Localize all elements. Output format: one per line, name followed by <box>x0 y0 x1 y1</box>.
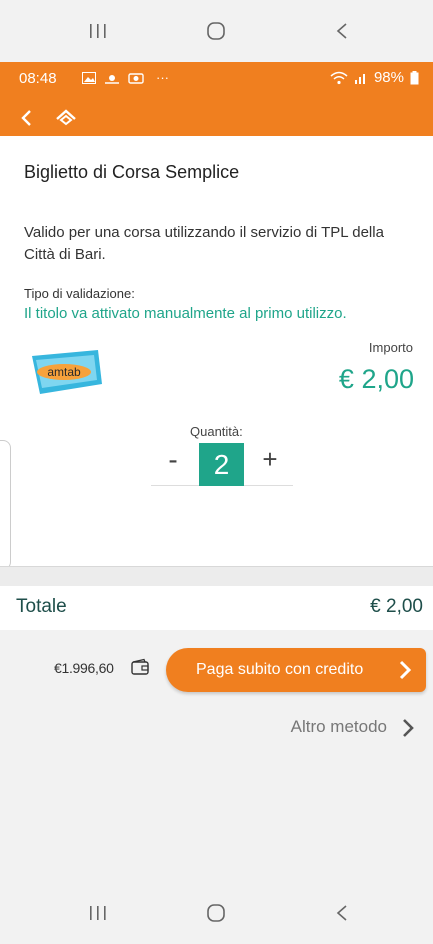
status-time: 08:48 <box>19 70 57 87</box>
validation-label: Tipo di validazione: <box>24 286 135 301</box>
quantity-value: 2 <box>199 443 244 486</box>
chevron-right-icon <box>399 660 412 680</box>
pay-with-credit-label: Paga subito con credito <box>196 661 364 678</box>
back-arrow-icon[interactable] <box>16 107 38 129</box>
validation-text: Il titolo va attivato manualmente al pri… <box>24 305 347 322</box>
back-chevron-icon[interactable] <box>312 882 372 944</box>
status-more: ··· <box>156 70 169 85</box>
side-drawer-handle[interactable] <box>0 440 11 570</box>
home-circle-icon[interactable] <box>186 0 246 62</box>
importo-label: Importo <box>368 340 413 355</box>
chevron-right-icon[interactable] <box>401 718 415 738</box>
wallet-icon <box>131 658 149 675</box>
app-header: 08:48 ··· 98% <box>0 62 433 136</box>
battery-icon <box>410 70 419 84</box>
image-icon <box>82 71 96 84</box>
status-right: 98% <box>330 69 419 86</box>
section-divider <box>0 566 433 586</box>
wifi-icon <box>330 71 348 84</box>
signal-icon <box>354 73 365 84</box>
back-chevron-icon[interactable] <box>312 0 372 62</box>
ticket-description: Valido per una corsa utilizzando il serv… <box>24 224 384 263</box>
total-label: Totale <box>16 596 67 617</box>
credit-balance: €1.996,60 <box>54 660 114 676</box>
system-nav-top <box>0 0 433 62</box>
amtab-logo: amtab <box>32 350 102 394</box>
camera-icon <box>128 73 144 84</box>
recent-apps-icon[interactable] <box>68 882 128 944</box>
total-value: € 2,00 <box>370 596 423 617</box>
ticket-title: Biglietto di Corsa Semplice <box>24 162 240 182</box>
pay-with-credit-button[interactable]: Paga subito con credito <box>166 648 426 692</box>
status-notification-icons: ··· <box>82 70 169 85</box>
payment-section: €1.996,60 Paga subito con credito Altro … <box>0 630 433 882</box>
system-nav-bottom <box>0 882 433 944</box>
quantity-label: Quantità: <box>190 424 243 439</box>
quantity-minus-button[interactable]: - <box>163 444 183 476</box>
other-method-link[interactable]: Altro metodo <box>291 717 387 737</box>
home-circle-icon[interactable] <box>186 882 246 944</box>
quantity-stepper: - 2 + <box>151 440 293 486</box>
importo-value: € 2,00 <box>338 364 414 394</box>
battery-percent: 98% <box>373 69 404 86</box>
weather-icon <box>105 74 119 84</box>
total-row: Totale € 2,00 <box>0 586 433 630</box>
recent-apps-icon[interactable] <box>68 0 128 62</box>
amtab-logo-text: amtab <box>47 365 81 379</box>
quantity-plus-button[interactable]: + <box>259 444 281 475</box>
home-icon[interactable] <box>54 106 78 130</box>
